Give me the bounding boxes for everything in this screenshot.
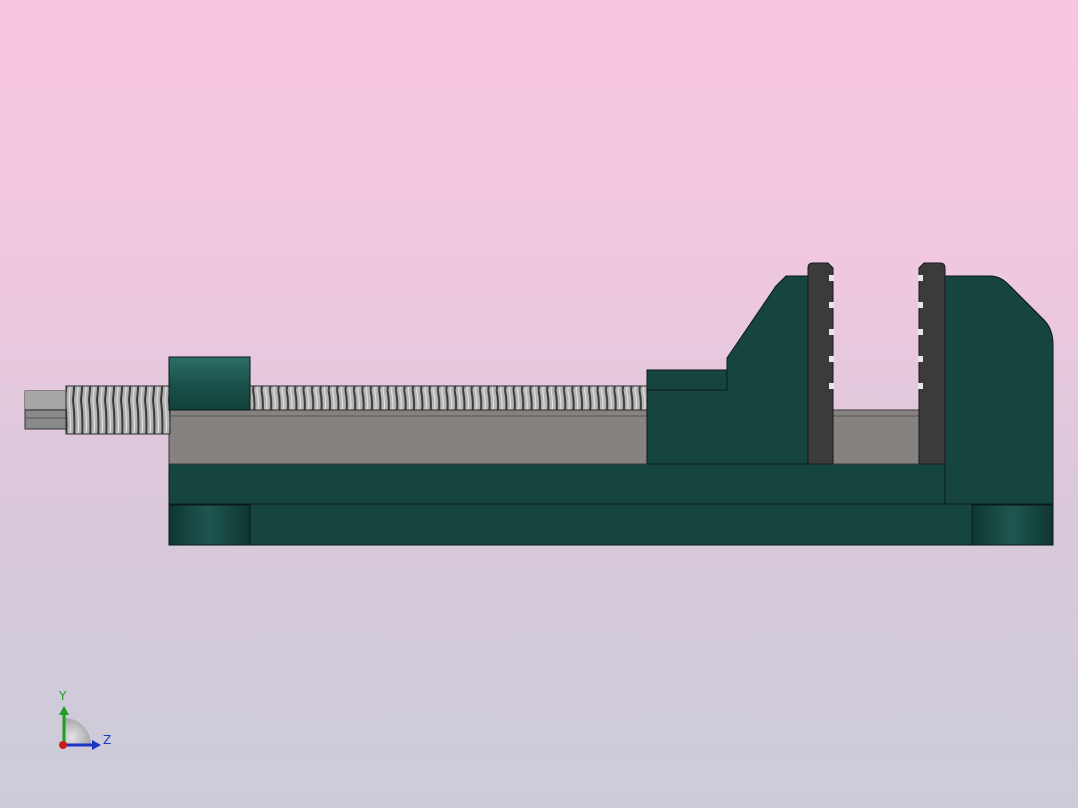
y-axis-arrow (59, 706, 69, 715)
jaw-plate-movable[interactable] (807, 262, 834, 465)
screw-thread-coarse (65, 385, 171, 435)
graphics-viewport[interactable]: Y Z (0, 0, 1078, 808)
model-canvas[interactable]: Y Z (0, 0, 1078, 808)
screw-thread-long (249, 385, 648, 411)
vise-base[interactable] (168, 463, 1054, 546)
base-foot-left (168, 504, 251, 546)
jaw-plate-fixed[interactable] (918, 262, 946, 465)
movable-jaw[interactable] (646, 275, 809, 465)
z-axis-label: Z (103, 733, 111, 747)
x-axis-origin (59, 741, 67, 749)
y-axis-label: Y (58, 689, 67, 703)
movable-jaw-step (646, 369, 728, 391)
triad-shading (64, 718, 91, 745)
z-axis-arrow (92, 740, 101, 750)
base-foot-right (971, 504, 1054, 546)
sliding-nut-block[interactable] (168, 356, 251, 411)
view-triad[interactable]: Y Z (58, 689, 111, 750)
fixed-jaw[interactable] (944, 275, 1054, 505)
